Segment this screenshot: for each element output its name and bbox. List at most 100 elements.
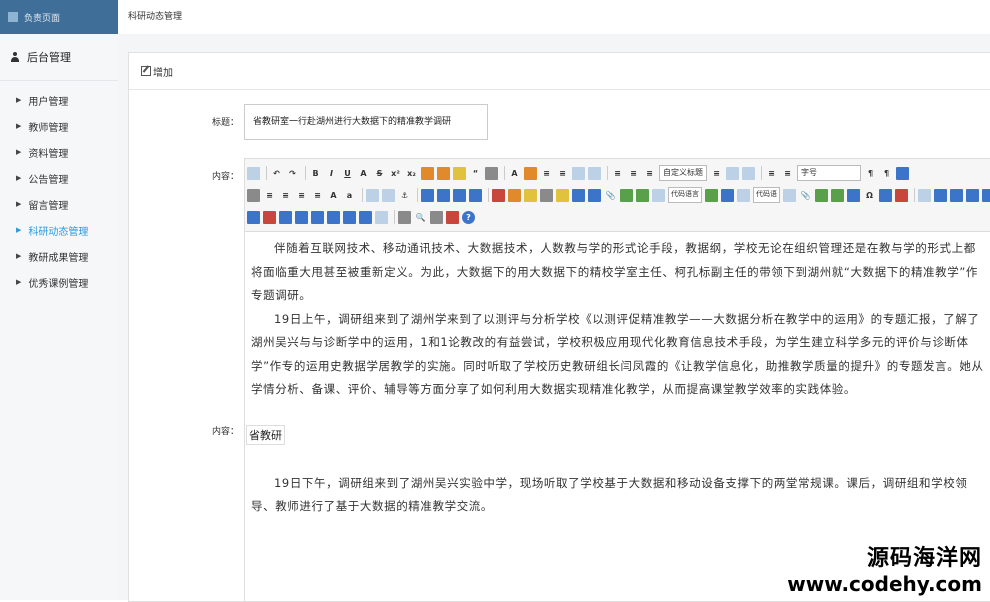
to-uppercase-icon[interactable]: A <box>327 189 340 202</box>
select-all-icon[interactable] <box>572 166 585 180</box>
align-justify-icon[interactable]: ≡ <box>311 189 324 202</box>
sidebar-item-notices[interactable]: ▶ 公告管理 <box>0 165 118 191</box>
format-brush-icon[interactable] <box>437 166 450 180</box>
sidebar-item-teachers[interactable]: ▶ 教师管理 <box>0 113 118 139</box>
page-break-icon[interactable] <box>705 188 718 202</box>
paste-plain-icon[interactable] <box>485 166 498 180</box>
multi-image-icon[interactable] <box>508 188 521 202</box>
font-color-icon[interactable]: A <box>508 167 521 180</box>
sidebar-item-excellent-lessons[interactable]: ▶ 优秀课例管理 <box>0 269 118 295</box>
redo-icon[interactable]: ↷ <box>286 167 299 180</box>
unordered-list-icon[interactable]: ≡ <box>556 167 569 180</box>
preview-icon[interactable]: 🔍 <box>414 211 427 224</box>
page-icon[interactable] <box>742 166 755 180</box>
webapp-icon[interactable] <box>831 188 844 202</box>
map-icon[interactable] <box>620 188 633 202</box>
sidebar-item-research-results[interactable]: ▶ 教研成果管理 <box>0 243 118 269</box>
superscript-icon[interactable]: x² <box>389 167 402 180</box>
image-none-icon[interactable] <box>421 188 434 202</box>
insert-paragraph-icon[interactable] <box>950 188 963 202</box>
line-height-icon[interactable]: ≡ <box>643 167 656 180</box>
delete-row-icon[interactable] <box>982 188 990 202</box>
highlight-icon[interactable] <box>524 166 537 180</box>
insert-frame-icon[interactable] <box>652 188 665 202</box>
clear-doc-icon[interactable] <box>588 166 601 180</box>
align-2-icon[interactable]: ≡ <box>781 167 794 180</box>
insert-image-icon[interactable] <box>492 188 505 202</box>
undo-icon[interactable]: ↶ <box>270 167 283 180</box>
insert-video-icon[interactable] <box>572 188 585 202</box>
row-spacing-bottom-icon[interactable]: ≡ <box>627 167 640 180</box>
strikethrough-icon[interactable]: S <box>373 167 386 180</box>
fullscreen-icon[interactable] <box>896 166 909 180</box>
auto-format-icon[interactable] <box>453 166 466 180</box>
link-icon[interactable] <box>366 188 379 202</box>
sidebar-item-messages[interactable]: ▶ 留言管理 <box>0 191 118 217</box>
align-right-icon[interactable]: ≡ <box>295 189 308 202</box>
attachment-icon[interactable]: 📎 <box>604 189 617 202</box>
print-icon[interactable] <box>398 210 411 224</box>
merge-right-icon[interactable] <box>295 210 308 224</box>
align-center-icon[interactable]: ≡ <box>279 189 292 202</box>
rich-text-editor[interactable]: ↶ ↷ B I U A S x² x₂ “ A ≡ ≡ ≡ ≡ ≡ 自定义标题 … <box>244 158 990 602</box>
insert-table-icon[interactable] <box>918 188 931 202</box>
image-left-icon[interactable] <box>437 188 450 202</box>
horizontal-rule-icon[interactable] <box>847 188 860 202</box>
insert-code-button-2[interactable]: 代码语 <box>753 187 780 203</box>
subscript-icon[interactable]: x₂ <box>405 167 418 180</box>
merge-cells-icon[interactable] <box>279 210 292 224</box>
wordimage-icon[interactable] <box>783 188 796 202</box>
blockquote-icon[interactable]: “ <box>469 167 482 180</box>
spechars-icon[interactable] <box>540 188 553 202</box>
sidebar-item-users[interactable]: ▶ 用户管理 <box>0 87 118 113</box>
help-icon[interactable]: ? <box>462 210 475 224</box>
insert-col-icon[interactable] <box>247 210 260 224</box>
music-icon[interactable] <box>588 188 601 202</box>
split-rows-icon[interactable] <box>343 210 356 224</box>
delete-col-icon[interactable] <box>263 210 276 224</box>
ordered-list-icon[interactable]: ≡ <box>540 167 553 180</box>
snapscreen-icon[interactable] <box>815 188 828 202</box>
chart-icon[interactable] <box>375 210 388 224</box>
search-replace-icon[interactable] <box>430 210 443 224</box>
delete-table-icon[interactable] <box>934 188 947 202</box>
image-right-icon[interactable] <box>453 188 466 202</box>
insert-row-icon[interactable] <box>966 188 979 202</box>
anchor-icon[interactable]: ⚓ <box>398 189 411 202</box>
merge-down-icon[interactable] <box>311 210 324 224</box>
special-char-icon[interactable]: Ω <box>863 189 876 202</box>
scrawl-icon[interactable] <box>556 188 569 202</box>
sidebar-item-materials[interactable]: ▶ 资料管理 <box>0 139 118 165</box>
background-icon[interactable] <box>737 188 750 202</box>
indent-icon[interactable]: ≡ <box>710 167 723 180</box>
split-cells-icon[interactable] <box>327 210 340 224</box>
time-icon[interactable] <box>895 188 908 202</box>
title-input[interactable]: 省教研室一行赴湖州进行大数据下的精准教学调研 <box>244 104 488 140</box>
direction-icon[interactable] <box>726 166 739 180</box>
gmap-icon[interactable] <box>636 188 649 202</box>
to-lowercase-icon[interactable]: a <box>343 189 356 202</box>
bold-icon[interactable]: B <box>309 167 322 180</box>
unlink-icon[interactable] <box>382 188 395 202</box>
rtl-icon[interactable]: ¶ <box>880 167 893 180</box>
font-size-select[interactable]: 字号 <box>797 165 861 181</box>
font-border-icon[interactable]: A <box>357 167 370 180</box>
sidebar-item-research-news[interactable]: ▶ 科研动态管理 <box>0 217 118 243</box>
italic-icon[interactable]: I <box>325 167 338 180</box>
split-cols-icon[interactable] <box>359 210 372 224</box>
template-icon[interactable] <box>721 188 734 202</box>
underline-icon[interactable]: U <box>341 167 354 180</box>
align-left-icon[interactable]: ≡ <box>263 189 276 202</box>
source-icon[interactable] <box>247 166 260 180</box>
insert-code-button[interactable]: 代码语言 <box>668 187 702 203</box>
align-icon[interactable]: ≡ <box>765 167 778 180</box>
date-icon[interactable] <box>879 188 892 202</box>
app-logo[interactable]: 负责页面 <box>0 0 118 34</box>
attach-icon[interactable]: 📎 <box>799 189 812 202</box>
ltr-icon[interactable]: ¶ <box>864 167 877 180</box>
image-center-icon[interactable] <box>469 188 482 202</box>
eraser-icon[interactable] <box>421 166 434 180</box>
row-spacing-top-icon[interactable]: ≡ <box>611 167 624 180</box>
paragraph-select[interactable]: 自定义标题 <box>659 165 707 181</box>
drafts-icon[interactable] <box>446 210 459 224</box>
